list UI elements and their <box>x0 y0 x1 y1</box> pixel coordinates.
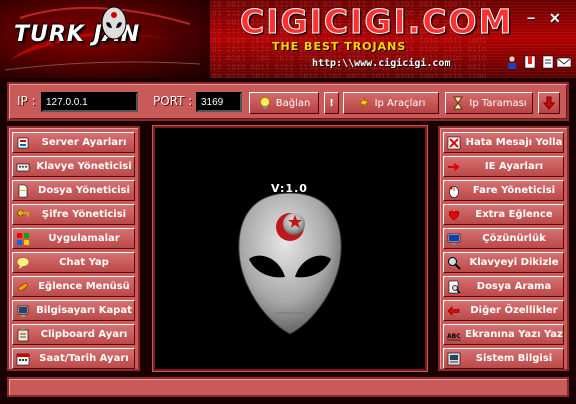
website-url[interactable]: http:\\www.cigicigi.com <box>312 58 450 69</box>
menu-button-label: Chat Yap <box>59 257 109 268</box>
menu-button-magnifier[interactable]: Klavyeyi Dikizle <box>443 252 564 273</box>
menu-button-label: Extra Eğlence <box>475 209 553 220</box>
document-icon[interactable] <box>540 54 556 70</box>
close-button[interactable]: ✕ <box>549 10 561 27</box>
menu-button-label: Clipboard Ayarı <box>40 329 128 340</box>
down-arrow-button[interactable] <box>538 92 560 114</box>
menu-button-arrow[interactable]: IE Ayarları <box>443 156 564 177</box>
fun-icon <box>18 282 28 291</box>
clipboard-icon <box>17 328 29 341</box>
keyboard-icon <box>16 163 30 171</box>
magnifier-icon <box>448 256 461 270</box>
menu-button-search-file[interactable]: Dosya Arama <box>443 276 564 297</box>
menu-button-fun[interactable]: Eğlence Menüsü <box>12 276 135 297</box>
monitor-icon <box>447 233 461 245</box>
menu-button-shutdown[interactable]: Bilgisayarı Kapat <box>12 300 135 321</box>
right-menu-panel: Hata Mesajı Yolla IE Ayarları Fare Yönetic… <box>438 126 569 371</box>
ip-label: IP : <box>17 94 36 108</box>
settings-icon <box>17 137 29 148</box>
connection-bar: IP : 127.0.0.1 PORT : 3169 Bağlan ! Ip A… <box>7 82 569 121</box>
arrow-icon <box>448 162 460 171</box>
apps-icon <box>17 232 29 245</box>
ip-tools-label: Ip Araçları <box>374 97 426 109</box>
menu-button-extra-fun[interactable]: Extra Eğlence <box>443 204 564 225</box>
menu-button-label: Uygulamalar <box>48 233 120 244</box>
menu-button-label: Saat/Tarih Ayarı <box>39 353 129 364</box>
ip-input[interactable]: 127.0.0.1 <box>41 92 138 112</box>
menu-button-label: Hata Mesajı Yolla <box>465 137 563 148</box>
port-label: PORT : <box>153 94 193 108</box>
menu-button-mouse[interactable]: Fare Yöneticisi <box>443 180 564 201</box>
alien-logo-icon <box>101 6 127 40</box>
menu-button-label: Klavyeyi Dikizle <box>469 257 559 268</box>
menu-button-system-info[interactable]: Sistem Bilgisi <box>443 348 564 369</box>
menu-button-error-message[interactable]: Hata Mesajı Yolla <box>443 132 564 153</box>
connect-button[interactable]: Bağlan <box>249 92 319 114</box>
mail-icon[interactable] <box>556 54 572 70</box>
port-input[interactable]: 3169 <box>196 92 242 112</box>
key-icon <box>17 209 29 216</box>
menu-button-text[interactable]: ABC Ekranına Yazı Yaz <box>443 324 564 345</box>
down-arrow-icon <box>543 96 555 110</box>
site-banner: CIGICIGI.COM <box>239 2 514 42</box>
lightbulb-icon <box>259 97 270 109</box>
text-icon: ABC <box>447 333 461 340</box>
error-message-icon <box>447 136 461 149</box>
alien-mask-image <box>238 192 342 335</box>
menu-button-calendar[interactable]: Saat/Tarih Ayarı <box>12 348 135 369</box>
extra-fun-icon <box>448 210 460 220</box>
menu-button-label: Bilgisayarı Kapat <box>36 305 132 316</box>
person-icon[interactable] <box>504 54 520 70</box>
ip-tools-button[interactable]: Ip Araçları <box>343 92 439 114</box>
menu-button-file[interactable]: Dosya Yöneticisi <box>12 180 135 201</box>
menu-button-label: Dosya Arama <box>476 281 552 292</box>
svg-text:ABC: ABC <box>447 333 461 340</box>
menu-button-label: Server Ayarları <box>41 137 127 148</box>
menu-button-label: Ekranına Yazı Yaz <box>465 329 563 340</box>
menu-button-monitor[interactable]: Çözünürlük <box>443 228 564 249</box>
lightning-icon <box>358 96 369 110</box>
calendar-icon <box>16 353 30 365</box>
menu-button-key[interactable]: Şifre Yöneticisi <box>12 204 135 225</box>
header-banner: 01001 10110 0101 1100 1010 0110 1001 010… <box>0 0 576 78</box>
menu-button-apps[interactable]: Uygulamalar <box>12 228 135 249</box>
system-info-icon <box>447 352 461 365</box>
hourglass-icon <box>453 96 464 110</box>
left-menu-panel: Server Ayarları Klavye Yöneticisi Dosya Yö… <box>7 126 140 371</box>
menu-button-label: Klavye Yöneticisi <box>36 161 132 172</box>
bookmark-icon[interactable] <box>522 54 538 70</box>
connect-label: Bağlan <box>275 97 311 109</box>
menu-button-label: IE Ayarları <box>484 161 544 172</box>
other-features-icon <box>447 305 460 316</box>
mouse-icon <box>449 185 459 198</box>
menu-button-clipboard[interactable]: Clipboard Ayarı <box>12 324 135 345</box>
menu-button-label: Dosya Yöneticisi <box>38 185 130 196</box>
search-file-icon <box>448 280 461 293</box>
logo-area: TURK JAN <box>0 0 210 78</box>
shutdown-icon <box>17 305 29 317</box>
chat-icon <box>16 256 30 269</box>
warning-button[interactable]: ! <box>324 92 339 114</box>
menu-button-label: Eğlence Menüsü <box>38 281 130 292</box>
ip-scan-label: Ip Taraması <box>469 97 527 109</box>
ip-scan-button[interactable]: Ip Taraması <box>445 92 533 114</box>
menu-button-keyboard[interactable]: Klavye Yöneticisi <box>12 156 135 177</box>
menu-button-settings[interactable]: Server Ayarları <box>12 132 135 153</box>
menu-button-label: Sistem Bilgisi <box>475 353 553 364</box>
menu-button-other-features[interactable]: Diğer Özellikler <box>443 300 564 321</box>
menu-button-label: Şifre Yöneticisi <box>41 209 127 220</box>
minimize-button[interactable]: − <box>527 10 535 26</box>
menu-button-label: Çözünürlük <box>482 233 546 244</box>
menu-button-label: Diğer Özellikler <box>470 305 558 316</box>
alien-image-viewer: V:1.0 <box>153 126 427 371</box>
menu-button-label: Fare Yöneticisi <box>472 185 556 196</box>
file-icon <box>18 184 28 197</box>
tagline: THE BEST TROJANS <box>272 40 407 53</box>
menu-button-chat[interactable]: Chat Yap <box>12 252 135 273</box>
status-bar <box>7 377 569 397</box>
